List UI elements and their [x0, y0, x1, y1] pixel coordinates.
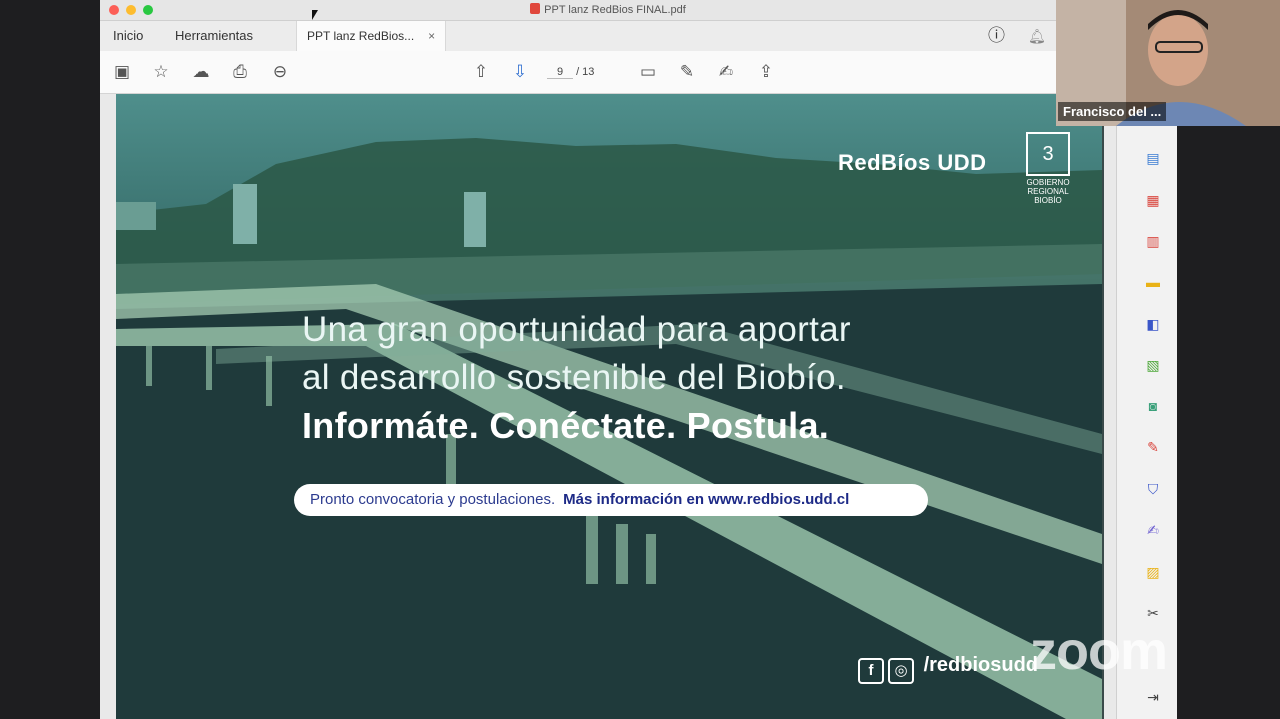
page-current-input[interactable]: 9: [547, 66, 573, 79]
document-area[interactable]: RedBíos UDD 3 GOBIERNO REGIONAL BIOBÍO U…: [100, 94, 1116, 719]
headline-line-2: al desarrollo sostenible del Biobío.: [302, 358, 846, 397]
sign-icon[interactable]: ✍: [715, 61, 737, 83]
headline-line-1: Una gran oportunidad para aportar: [302, 310, 851, 349]
instagram-icon: ◎: [888, 658, 914, 684]
comment-icon[interactable]: ▭: [637, 61, 659, 83]
create-pdf-icon[interactable]: ▤: [1144, 149, 1162, 167]
participant-video[interactable]: Francisco del ...: [1056, 0, 1280, 126]
pdf-viewer-window: PPT lanz RedBios FINAL.pdf Inicio Herram…: [100, 0, 1116, 719]
send-for-review-icon[interactable]: ◧: [1144, 315, 1162, 333]
social-handle: f ◎ /redbiosudd: [858, 654, 1038, 684]
save-icon[interactable]: ▣: [111, 61, 133, 83]
tab-bar: Inicio Herramientas PPT lanz RedBios... ×…: [100, 21, 1116, 51]
protect-icon[interactable]: ⛉: [1144, 480, 1162, 498]
print-icon[interactable]: ⎙: [229, 61, 251, 83]
comment-tool-icon[interactable]: ▬: [1144, 273, 1162, 291]
government-seal: 3 GOBIERNO REGIONAL BIOBÍO: [1026, 132, 1070, 205]
slide-page: RedBíos UDD 3 GOBIERNO REGIONAL BIOBÍO U…: [116, 94, 1102, 719]
close-tab-icon[interactable]: ×: [428, 29, 435, 43]
tab-document[interactable]: PPT lanz RedBios... ×: [296, 21, 447, 51]
upload-cloud-icon[interactable]: ☁: [190, 61, 212, 83]
export-pdf-icon[interactable]: ▥: [1144, 232, 1162, 250]
seal-icon: 3: [1026, 132, 1070, 176]
tab-herramientas[interactable]: Herramientas: [175, 21, 253, 51]
pen-icon[interactable]: ✎: [676, 61, 698, 83]
headline-bold: Informáte. Conéctate. Postula.: [302, 405, 830, 446]
toolbar: ▣ ☆ ☁ ⎙ ⊖ ⇧ ⇩ 9 / 13 ▭ ✎ ✍ ⇪: [100, 51, 1116, 94]
page-down-icon[interactable]: ⇩: [509, 61, 531, 83]
left-panel-toggle[interactable]: [100, 94, 116, 719]
social-handle-text: /redbiosudd: [923, 654, 1039, 676]
page-up-icon[interactable]: ⇧: [470, 61, 492, 83]
pill-text: Pronto convocatoria y postulaciones.: [310, 491, 556, 508]
star-icon[interactable]: ☆: [150, 61, 172, 83]
redbios-logo: RedBíos UDD: [838, 150, 987, 175]
tab-inicio[interactable]: Inicio: [113, 21, 143, 51]
bell-icon[interactable]: 🔔︎: [1028, 21, 1046, 51]
page-navigator: 9 / 13: [547, 66, 594, 79]
organize-pages-icon[interactable]: ▦: [1144, 191, 1162, 209]
slide-headline: Una gran oportunidad para aportar al des…: [302, 306, 851, 450]
window-title: PPT lanz RedBios FINAL.pdf: [100, 3, 1116, 16]
participant-name: Francisco del ...: [1058, 102, 1167, 121]
facebook-icon: f: [858, 658, 884, 684]
combine-files-icon[interactable]: ▧: [1144, 356, 1162, 374]
pill-link[interactable]: Más información en www.redbios.udd.cl: [563, 491, 849, 508]
certificate-icon[interactable]: ✍: [1144, 521, 1162, 539]
help-icon[interactable]: ⓘ: [988, 21, 1005, 51]
window-titlebar: PPT lanz RedBios FINAL.pdf: [100, 0, 1116, 21]
mouse-cursor-icon: [312, 10, 318, 20]
share-icon[interactable]: ⇪: [755, 61, 777, 83]
scan-icon[interactable]: ◙: [1144, 397, 1162, 415]
info-pill: Pronto convocatoria y postulaciones. Más …: [294, 484, 928, 516]
seal-text: GOBIERNO REGIONAL BIOBÍO: [1026, 178, 1070, 205]
zoom-watermark: zoom: [1030, 621, 1168, 681]
tab-document-label: PPT lanz RedBios...: [307, 29, 415, 43]
collapse-panel-icon[interactable]: ⇥: [1144, 688, 1162, 706]
more-tools-icon[interactable]: ▨: [1144, 563, 1162, 581]
zoom-out-icon[interactable]: ⊖: [269, 61, 291, 83]
page-total: / 13: [576, 66, 595, 78]
pdf-file-icon: [530, 3, 541, 14]
fill-sign-icon[interactable]: ✎: [1144, 438, 1162, 456]
